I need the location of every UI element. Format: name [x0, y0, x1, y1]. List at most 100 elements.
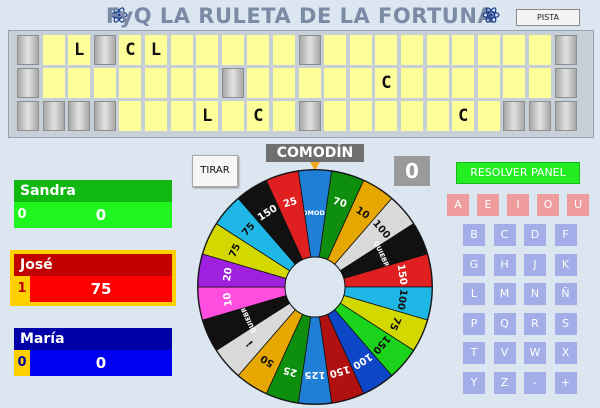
board-cell-blank — [298, 101, 321, 131]
consonant-key[interactable]: - — [524, 371, 546, 394]
board-cell — [93, 68, 116, 98]
consonant-key[interactable]: M — [493, 283, 516, 305]
board-cell — [68, 68, 91, 98]
board-cell — [221, 101, 244, 131]
board-cell: L — [68, 35, 91, 65]
board-cell — [401, 101, 423, 131]
board-cell-blank — [17, 68, 39, 98]
board-cell — [375, 101, 398, 131]
consonant-key[interactable]: V — [493, 342, 516, 364]
board-cell-blank — [221, 68, 244, 98]
consonant-key[interactable]: Z — [493, 371, 516, 394]
board-cell-blank — [503, 101, 526, 131]
board-cell — [298, 68, 321, 98]
board-cell — [349, 68, 372, 98]
board-cell — [349, 101, 372, 131]
consonant-key[interactable]: Ñ — [554, 283, 577, 305]
board-cell — [324, 68, 347, 98]
page-title: FyQ LA RULETA DE LA FORTUNA — [105, 4, 495, 28]
board-cell: C — [247, 101, 270, 131]
board-cell — [426, 35, 449, 65]
board-cell — [119, 101, 142, 131]
consonant-key[interactable]: B — [463, 224, 485, 246]
board-cell-blank — [68, 101, 91, 131]
board-cell-blank — [554, 35, 577, 65]
board-cell: C — [452, 101, 475, 131]
consonant-key[interactable]: N — [524, 283, 546, 305]
wheel-hub — [284, 256, 346, 318]
board-cell — [349, 35, 372, 65]
board-cell-blank — [554, 68, 577, 98]
consonant-key[interactable]: W — [524, 342, 546, 364]
vowel-key[interactable]: I — [507, 194, 529, 216]
board-cell: C — [119, 35, 142, 65]
board-cell-blank — [298, 35, 321, 65]
consonant-key[interactable]: H — [493, 253, 516, 276]
consonant-key[interactable]: P — [463, 312, 485, 335]
consonant-key[interactable]: R — [524, 312, 546, 335]
board-cell — [273, 101, 295, 131]
wheel-segment-label: 20 — [222, 267, 235, 282]
player-turn-index: 0 — [14, 202, 30, 228]
board-cell: L — [196, 101, 219, 131]
board-cell — [273, 35, 295, 65]
player-score: 0 — [30, 350, 172, 376]
board-cell — [42, 35, 65, 65]
vowel-key[interactable]: O — [537, 194, 559, 216]
consonant-key[interactable]: K — [554, 253, 577, 276]
board-cell: C — [375, 68, 398, 98]
consonant-key[interactable]: Q — [493, 312, 516, 335]
board-cell — [196, 68, 219, 98]
consonant-key[interactable]: + — [554, 371, 577, 394]
player-score: 0 — [30, 202, 172, 228]
board-cell-blank — [93, 35, 116, 65]
consonant-key[interactable]: D — [524, 224, 546, 246]
vowel-key[interactable]: U — [567, 194, 589, 216]
board-cell — [273, 68, 295, 98]
resolver-panel-button[interactable]: RESOLVER PANEL — [456, 162, 580, 184]
pista-button[interactable]: PISTA — [516, 9, 580, 26]
consonant-key[interactable]: J — [524, 253, 546, 276]
atom-icon-right — [482, 7, 500, 23]
board-cell — [221, 35, 244, 65]
wheel-segment-label: 125 — [305, 369, 326, 380]
vowel-key[interactable]: A — [447, 194, 469, 216]
board-cell — [247, 68, 270, 98]
board-cell — [119, 68, 142, 98]
board-cell — [170, 68, 193, 98]
player-name: José — [14, 254, 172, 276]
vowel-key[interactable]: E — [477, 194, 499, 216]
fortune-wheel[interactable]: COMODÍN7010100QUIEBRA1501007515010015012… — [196, 168, 434, 406]
consonant-key[interactable]: F — [554, 224, 577, 246]
board-cell — [145, 101, 167, 131]
board-cell — [529, 35, 551, 65]
board-cell — [247, 35, 270, 65]
consonant-key[interactable]: C — [493, 224, 516, 246]
board-cell — [452, 68, 475, 98]
board-cell — [401, 35, 423, 65]
player-card: Sandra 0 0 — [14, 180, 172, 228]
board-cell — [324, 101, 347, 131]
board-cell — [170, 35, 193, 65]
board-cell — [375, 35, 398, 65]
consonant-key[interactable]: S — [554, 312, 577, 335]
board-cell: L — [145, 35, 167, 65]
consonant-key[interactable]: X — [554, 342, 577, 364]
board-cell-blank — [554, 101, 577, 131]
player-name: María — [14, 328, 172, 350]
board-cell — [426, 68, 449, 98]
board-cell-blank — [529, 101, 551, 131]
consonant-key[interactable]: T — [463, 342, 485, 364]
consonant-key[interactable]: L — [463, 283, 485, 305]
board-cell-blank — [17, 101, 39, 131]
player-score: 75 — [30, 276, 172, 302]
board-cell — [401, 68, 423, 98]
board-cell — [42, 68, 65, 98]
board-cell — [477, 68, 500, 98]
consonant-key[interactable]: Y — [463, 371, 485, 394]
board-cell — [503, 35, 526, 65]
player-turn-index: 0 — [14, 350, 30, 376]
consonant-key[interactable]: G — [463, 253, 485, 276]
player-card: José 1 75 — [10, 250, 176, 306]
board-cell — [170, 101, 193, 131]
